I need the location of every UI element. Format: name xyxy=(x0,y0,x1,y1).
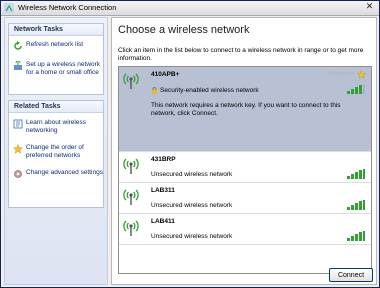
related-tasks-panel: Related Tasks Learn about wireless netwo… xyxy=(8,100,104,208)
wireless-network-connection-window: Wireless Network Connection ✕ Network Ta… xyxy=(0,0,380,288)
close-icon[interactable]: ✕ xyxy=(363,2,376,13)
network-ssid: 410APB+ xyxy=(151,71,180,78)
network-security: Security-enabled wireless network xyxy=(160,87,259,94)
advanced-settings-icon xyxy=(14,170,22,178)
network-security: Unsecured wireless network xyxy=(151,233,233,240)
network-ssid: LAB311 xyxy=(151,187,175,194)
learn-wireless-networking-label: Learn about wireless networking xyxy=(26,119,86,134)
connect-button[interactable]: Connect xyxy=(329,268,373,282)
network-ssid: LAB411 xyxy=(151,218,175,225)
change-advanced-settings-link[interactable]: Change advanced settings xyxy=(13,169,106,179)
wireless-antenna-icon xyxy=(123,158,139,174)
change-preferred-order-label: Change the order of preferred networks xyxy=(26,144,84,159)
setup-wireless-network-link[interactable]: Set up a wireless network for a home or … xyxy=(13,61,106,77)
list-divider xyxy=(119,244,371,245)
signal-strength-icon xyxy=(347,231,365,241)
signal-strength-icon xyxy=(347,169,365,179)
refresh-network-list-label: Refresh network list xyxy=(26,41,84,48)
signal-strength-icon xyxy=(347,200,365,210)
learn-wireless-networking-link[interactable]: Learn about wireless networking xyxy=(13,119,106,135)
wireless-antenna-icon xyxy=(123,220,139,236)
info-icon xyxy=(13,119,23,129)
network-list[interactable]: 410APB+ Preferred Security-enabled wirel… xyxy=(118,66,372,274)
signal-strength-icon xyxy=(347,84,365,94)
network-item-410apb[interactable]: 410APB+ Preferred Security-enabled wirel… xyxy=(119,67,371,151)
related-tasks-header: Related Tasks xyxy=(9,101,103,113)
intro-text: Click an item in the list below to conne… xyxy=(118,47,364,62)
setup-wireless-icon xyxy=(14,61,22,70)
lock-icon xyxy=(152,87,157,94)
wireless-app-icon xyxy=(4,3,14,13)
refresh-icon xyxy=(14,41,22,50)
setup-wireless-network-label: Set up a wireless network for a home or … xyxy=(26,61,101,76)
change-advanced-settings-label: Change advanced settings xyxy=(26,169,103,176)
network-item-lab411[interactable]: LAB411 Unsecured wireless network xyxy=(119,214,371,244)
window-title: Wireless Network Connection xyxy=(18,3,117,12)
preferred-label: Preferred xyxy=(328,71,354,77)
network-security: Unsecured wireless network xyxy=(151,171,233,178)
change-preferred-order-link[interactable]: Change the order of preferred networks xyxy=(13,144,106,160)
refresh-network-list-link[interactable]: Refresh network list xyxy=(13,41,106,51)
main-content: Choose a wireless network Click an item … xyxy=(111,17,377,285)
network-tasks-header: Network Tasks xyxy=(9,24,103,36)
preferred-star-icon xyxy=(357,70,366,79)
network-description: This network requires a network key. If … xyxy=(151,102,341,117)
network-ssid: 431BRP xyxy=(151,156,176,163)
title-bar[interactable]: Wireless Network Connection ✕ xyxy=(1,1,379,16)
wireless-antenna-icon xyxy=(123,189,139,205)
wireless-antenna-icon xyxy=(123,73,139,89)
network-item-lab311[interactable]: LAB311 Unsecured wireless network xyxy=(119,183,371,213)
star-icon xyxy=(13,144,23,154)
network-item-431brp[interactable]: 431BRP Unsecured wireless network xyxy=(119,152,371,182)
task-sidebar: Network Tasks Refresh network list Set u… xyxy=(4,17,108,285)
network-security: Unsecured wireless network xyxy=(151,202,233,209)
network-tasks-panel: Network Tasks Refresh network list Set u… xyxy=(8,23,104,95)
page-title: Choose a wireless network xyxy=(118,24,250,36)
